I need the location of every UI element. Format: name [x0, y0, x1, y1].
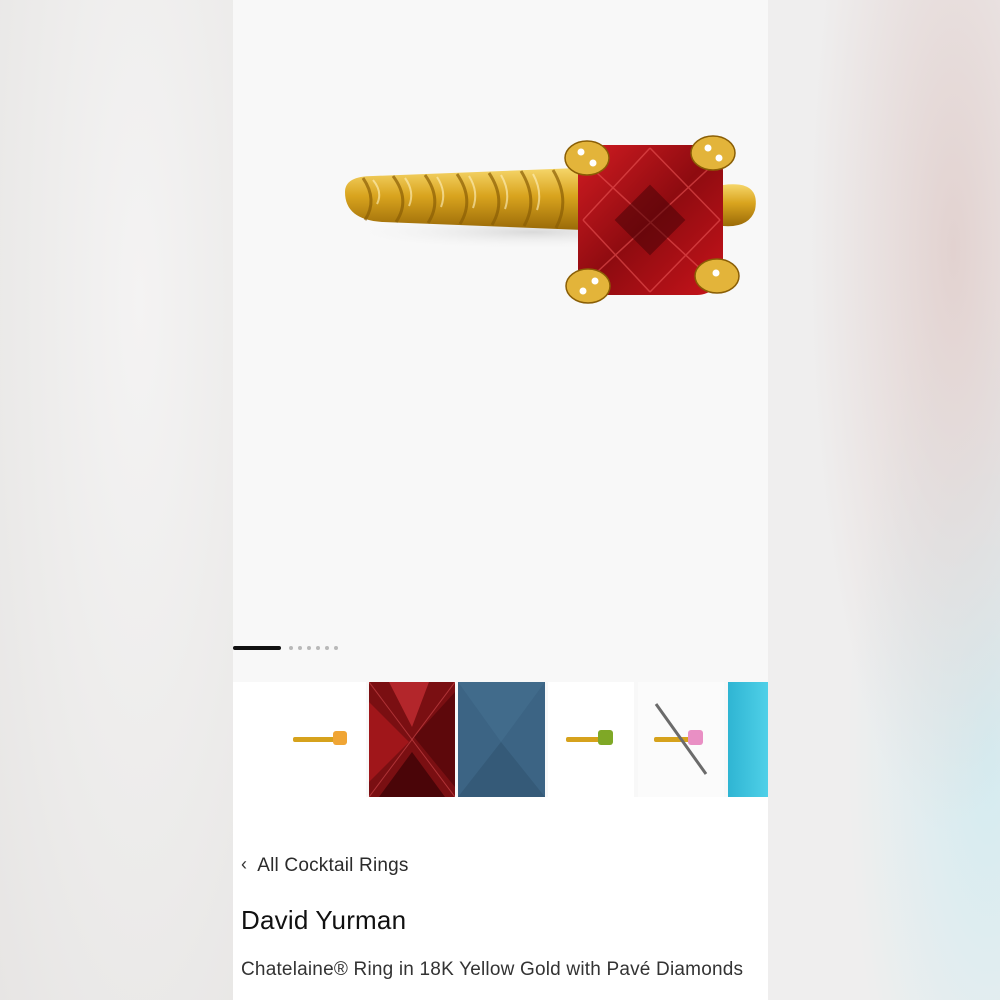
- gem-closeup-image: [369, 682, 455, 797]
- ring-thumbnail-image: [293, 731, 347, 745]
- thumbnail-pink-tourmaline-ring[interactable]: [638, 682, 724, 797]
- thumbnail-peridot-ring[interactable]: [548, 682, 634, 797]
- breadcrumb[interactable]: ‹ All Cocktail Rings: [241, 853, 409, 877]
- thumbnail-garnet-closeup[interactable]: [369, 682, 455, 797]
- thumbnail-citrine-ring[interactable]: [233, 682, 366, 797]
- chevron-left-icon: ‹: [241, 853, 248, 874]
- pager-active-indicator[interactable]: [233, 646, 281, 650]
- variant-thumbnail-strip[interactable]: [233, 682, 768, 797]
- gem-closeup-image: [458, 682, 545, 797]
- product-brand: David Yurman: [241, 905, 407, 935]
- thumbnail-turquoise-closeup[interactable]: [728, 682, 768, 797]
- product-info: ‹ All Cocktail Rings David Yurman Chatel…: [233, 797, 768, 1000]
- ring-thumbnail-image: [566, 730, 613, 745]
- pager-dot[interactable]: [298, 646, 302, 650]
- pager-dot[interactable]: [334, 646, 338, 650]
- pager-dot[interactable]: [289, 646, 293, 650]
- pager-dot[interactable]: [325, 646, 329, 650]
- pager-dot[interactable]: [316, 646, 320, 650]
- ring-thumbnail-image: [654, 703, 708, 775]
- background-blur-left: [0, 0, 233, 1000]
- product-title: Chatelaine® Ring in 18K Yellow Gold with…: [241, 959, 744, 980]
- thumbnail-blue-topaz-closeup[interactable]: [458, 682, 545, 797]
- product-page: ‹ All Cocktail Rings David Yurman Chatel…: [233, 0, 768, 1000]
- carousel-pager[interactable]: [233, 645, 768, 651]
- ring-image: [343, 135, 756, 304]
- pager-dot[interactable]: [307, 646, 311, 650]
- background-blur-right: [768, 0, 1000, 1000]
- breadcrumb-label: All Cocktail Rings: [257, 855, 409, 876]
- product-image-main[interactable]: [233, 0, 768, 630]
